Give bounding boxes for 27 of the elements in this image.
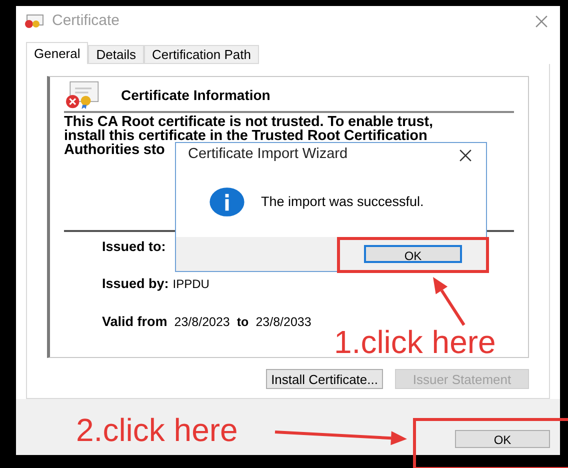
info-heading: Certificate Information bbox=[121, 86, 270, 104]
ok-button[interactable]: OK bbox=[364, 245, 462, 263]
issued-by-value: IPPDU bbox=[172, 276, 210, 294]
annotation-text: 2.click here bbox=[76, 412, 238, 448]
warning-text: This CA Root certificate is not trusted. To enable trust, bbox=[64, 115, 433, 129]
dialog-message: The import was successful. bbox=[261, 192, 424, 211]
arrow bbox=[433, 277, 466, 326]
close-icon[interactable] bbox=[459, 148, 472, 162]
tab[interactable]: General bbox=[26, 42, 88, 64]
certificate-icon bbox=[24, 14, 44, 28]
to-label: to bbox=[236, 314, 249, 330]
warning-text: install this certificate in the Trusted Root Certification bbox=[64, 129, 428, 143]
valid-from-date: 23/8/2023 bbox=[174, 314, 230, 330]
issued-to-label: Issued to: bbox=[102, 238, 166, 256]
valid-to-date: 23/8/2033 bbox=[256, 314, 312, 330]
window-title: Certificate bbox=[52, 10, 120, 31]
issued-by-label: Issued by: bbox=[102, 275, 169, 294]
warning-text: Authorities sto bbox=[64, 143, 165, 157]
tab[interactable]: Details bbox=[88, 45, 144, 64]
dialog-title: Certificate Import Wizard bbox=[188, 145, 348, 164]
annotation-text: 1.click here bbox=[334, 324, 496, 360]
valid-from-label: Valid from bbox=[102, 312, 168, 330]
certificate-error-icon bbox=[64, 81, 101, 109]
dialog-button[interactable]: Install Certificate... bbox=[266, 369, 383, 389]
info-icon bbox=[207, 187, 247, 217]
tab[interactable]: Certification Path bbox=[144, 45, 259, 64]
ok-button[interactable]: OK bbox=[455, 430, 550, 448]
